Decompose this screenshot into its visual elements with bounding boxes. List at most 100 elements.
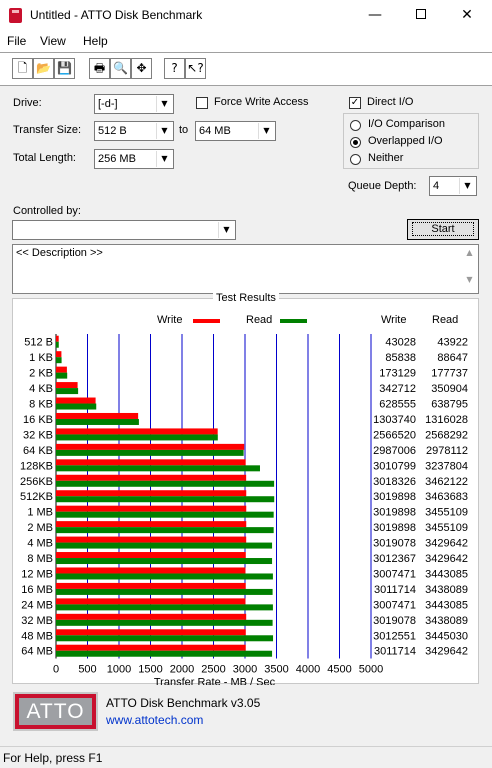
- read-bar: [56, 511, 274, 518]
- save-icon[interactable]: 💾: [54, 58, 75, 79]
- category-label: 256KB: [20, 476, 53, 488]
- write-value: 3007471: [373, 599, 416, 611]
- read-value: 3438089: [425, 584, 468, 596]
- help-icon[interactable]: ?: [164, 58, 185, 79]
- force-write-access-label: Force Write Access: [214, 96, 309, 108]
- write-bar: [56, 644, 246, 651]
- menu-file[interactable]: File: [7, 34, 26, 48]
- new-icon[interactable]: 🗋: [12, 58, 33, 79]
- write-value: 3019898: [373, 507, 416, 519]
- minimize-button[interactable]: —: [352, 0, 398, 31]
- read-bar: [56, 388, 79, 395]
- title-bar[interactable]: Untitled - ATTO Disk Benchmark — ✕: [0, 0, 492, 31]
- write-bar: [56, 459, 246, 466]
- write-bar: [56, 505, 247, 512]
- queue-depth-label: Queue Depth:: [348, 180, 417, 192]
- read-value: 2568292: [425, 429, 468, 441]
- write-value: 3019898: [373, 522, 416, 534]
- transfer-size-to-value: 64 MB: [199, 125, 231, 137]
- category-label: 64 KB: [23, 445, 53, 457]
- read-value: 3443085: [425, 599, 468, 611]
- write-bar: [56, 521, 247, 528]
- transfer-size-from-select[interactable]: 512 B ▼: [94, 121, 174, 141]
- close-button[interactable]: ✕: [444, 0, 490, 31]
- print-preview-icon[interactable]: 🔍: [110, 58, 131, 79]
- maximize-button[interactable]: [398, 0, 444, 31]
- x-tick-label: 4500: [327, 663, 351, 675]
- write-value: 3010799: [373, 460, 416, 472]
- write-bar: [56, 490, 247, 497]
- category-label: 32 MB: [21, 615, 53, 627]
- x-tick-label: 1000: [107, 663, 131, 675]
- start-button[interactable]: Start: [407, 219, 479, 240]
- queue-depth-select[interactable]: 4 ▼: [429, 176, 477, 196]
- read-value: 3455109: [425, 507, 468, 519]
- transfer-size-from-value: 512 B: [98, 125, 127, 137]
- read-bar: [56, 480, 275, 487]
- write-bar: [56, 382, 78, 389]
- write-bar: [56, 351, 62, 358]
- read-bar: [56, 449, 244, 456]
- direct-io-checkbox[interactable]: ✓: [349, 97, 361, 109]
- read-bar: [56, 357, 62, 364]
- test-results-panel: Test Results Write Read Write Read 512 B…: [12, 292, 479, 685]
- write-value: 43028: [385, 337, 416, 349]
- controlled-by-select[interactable]: ▼: [12, 220, 236, 240]
- toolbar: 🗋 📂 💾 🖶 🔍 ✥? ↖?: [0, 52, 492, 86]
- write-value: 3012367: [373, 553, 416, 565]
- read-value: 3463683: [425, 491, 468, 503]
- read-bar: [56, 372, 68, 379]
- scroll-up-icon[interactable]: ▲: [461, 248, 478, 257]
- read-value: 3429642: [425, 553, 468, 565]
- write-value: 628555: [379, 399, 416, 411]
- scroll-down-icon[interactable]: ▼: [461, 275, 478, 284]
- description-scrollbar[interactable]: ▲ ▼: [461, 245, 478, 293]
- read-value: 43922: [437, 337, 468, 349]
- write-bar: [56, 412, 139, 419]
- window-title: Untitled - ATTO Disk Benchmark: [30, 8, 203, 22]
- category-label: 64 MB: [21, 646, 53, 658]
- io-comparison-label: I/O Comparison: [368, 118, 446, 130]
- maximize-icon: [416, 9, 426, 19]
- read-value: 638795: [431, 399, 468, 411]
- version-text: ATTO Disk Benchmark v3.05: [106, 696, 261, 710]
- overlapped-io-radio[interactable]: [350, 137, 361, 148]
- website-link[interactable]: www.attotech.com: [106, 713, 203, 727]
- category-label: 32 KB: [23, 429, 53, 441]
- read-bar: [56, 496, 275, 503]
- total-length-value: 256 MB: [98, 153, 136, 165]
- read-value: 3462122: [425, 476, 468, 488]
- menu-view[interactable]: View: [40, 34, 66, 48]
- context-help-icon[interactable]: ↖?: [185, 58, 206, 79]
- x-tick-label: 4000: [296, 663, 320, 675]
- force-write-access-checkbox[interactable]: [196, 97, 208, 109]
- write-value: 3007471: [373, 568, 416, 580]
- total-length-select[interactable]: 256 MB ▼: [94, 149, 174, 169]
- chevron-down-icon: ▼: [156, 123, 172, 139]
- menu-help[interactable]: Help: [83, 34, 108, 48]
- read-value: 3429642: [425, 646, 468, 658]
- neither-label: Neither: [368, 152, 404, 164]
- transfer-size-to-select[interactable]: 64 MB ▼: [195, 121, 276, 141]
- description-field[interactable]: << Description >> ▲ ▼: [12, 244, 479, 294]
- move-icon[interactable]: ✥: [131, 58, 152, 79]
- atto-logo: ATTO: [13, 692, 98, 731]
- write-value: 173129: [379, 368, 416, 380]
- open-icon[interactable]: 📂: [33, 58, 54, 79]
- io-comparison-radio[interactable]: [350, 120, 361, 131]
- read-value: 177737: [431, 368, 468, 380]
- print-icon[interactable]: 🖶: [89, 58, 110, 79]
- neither-radio[interactable]: [350, 154, 361, 165]
- category-label: 4 KB: [29, 383, 53, 395]
- write-bar: [56, 552, 246, 559]
- chevron-down-icon: ▼: [258, 123, 274, 139]
- write-value: 342712: [379, 383, 416, 395]
- drive-select[interactable]: [-d-] ▼: [94, 94, 174, 114]
- category-label: 128KB: [20, 460, 53, 472]
- write-value: 85838: [385, 352, 416, 364]
- write-value: 2566520: [373, 429, 416, 441]
- write-value: 3019898: [373, 491, 416, 503]
- write-bar: [56, 366, 67, 373]
- category-label: 512 B: [24, 337, 53, 349]
- chevron-down-icon: ▼: [218, 222, 234, 238]
